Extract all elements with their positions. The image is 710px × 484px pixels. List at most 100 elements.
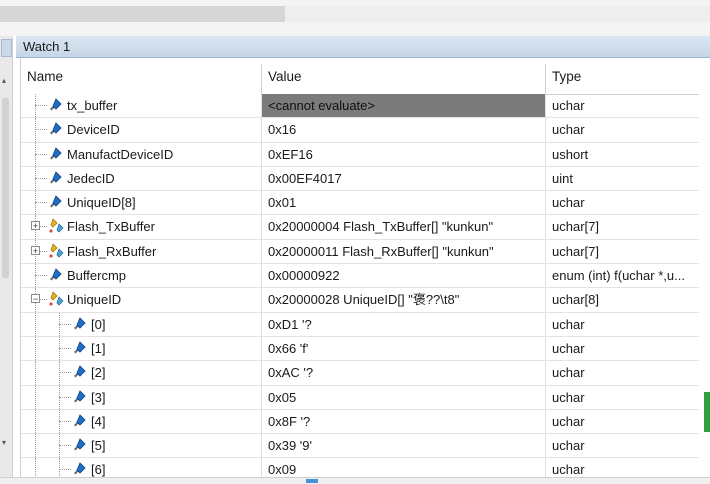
watch-row-value[interactable]: 0x39 '9'	[261, 434, 545, 458]
watch-row-value[interactable]: 0x16	[261, 118, 545, 142]
expand-icon[interactable]: +	[31, 221, 40, 231]
scroll-down-icon[interactable]: ▾	[2, 438, 6, 447]
watch-row-name-cell[interactable]: ManufactDeviceID	[21, 142, 261, 166]
expand-icon[interactable]: +	[31, 245, 40, 255]
watch-row[interactable]: JedecID 0x00EF4017 uint	[21, 166, 699, 192]
watch-row-type: uchar	[545, 118, 699, 142]
watch-row-type: uchar[8]	[545, 288, 699, 312]
watch-row[interactable]: [3] 0x05 uchar	[21, 385, 699, 410]
watch-variable-icon	[71, 437, 87, 453]
watch-row-name: [0]	[91, 316, 106, 332]
toolbar-segment-empty	[285, 6, 710, 22]
watch-row-value[interactable]: 0xAC '?	[261, 361, 545, 385]
watch-row[interactable]: + Flash_TxBuffer 0x20000004 Flash_TxBuffer…	[21, 215, 699, 240]
tree-guide-line	[35, 336, 37, 361]
watch-row-name-cell[interactable]: − UniqueID	[21, 288, 261, 312]
column-header-value[interactable]: Value	[261, 64, 545, 94]
watch-variable-icon	[47, 267, 63, 283]
watch-variable-icon	[47, 121, 63, 137]
watch-row-name-cell[interactable]: JedecID	[21, 166, 261, 191]
tree-guide-branch	[59, 372, 71, 374]
watch-row-name-cell[interactable]: [5]	[21, 434, 261, 458]
tree-guide-line	[35, 312, 37, 336]
watch-variable-icon	[71, 461, 87, 477]
watch-row-type: uchar	[545, 409, 699, 434]
watch-row[interactable]: [0] 0xD1 '? uchar	[21, 312, 699, 337]
watch-row[interactable]: + Flash_RxBuffer 0x20000011 Flash_RxBuffer…	[21, 239, 699, 265]
watch-row-value[interactable]: <cannot evaluate>	[261, 94, 545, 118]
watch-row-name: JedecID	[67, 170, 115, 186]
column-header-name[interactable]: Name	[21, 64, 261, 94]
watch-row-value[interactable]: 0x01	[261, 191, 545, 215]
watch-variable-icon	[47, 146, 63, 162]
watch-variable-icon	[47, 170, 63, 186]
watch-row-name-cell[interactable]: DeviceID	[21, 118, 261, 142]
watch-row-name-cell[interactable]: [1]	[21, 336, 261, 361]
watch-row[interactable]: [1] 0x66 'f' uchar	[21, 336, 699, 362]
watch-row[interactable]: tx_buffer <cannot evaluate> uchar	[21, 94, 699, 119]
watch-row-type: uchar	[545, 361, 699, 385]
watch-row-name: [3]	[91, 389, 106, 405]
watch-window-title: Watch 1	[16, 36, 710, 58]
watch-row-name: UniqueID	[67, 292, 122, 308]
watch-row-name-cell[interactable]: [4]	[21, 409, 261, 434]
watch-variable-icon	[47, 194, 63, 210]
watch-row-name-cell[interactable]: Buffercmp	[21, 264, 261, 288]
tree-guide-branch	[59, 469, 71, 471]
watch-row[interactable]: DeviceID 0x16 uchar	[21, 118, 699, 143]
watch-row-name: [4]	[91, 413, 106, 429]
watch-row-value[interactable]: 0x05	[261, 385, 545, 409]
watch-row-name-cell[interactable]: UniqueID[8]	[21, 191, 261, 215]
watch-row[interactable]: Buffercmp 0x00000922 enum (int) f(uchar *,…	[21, 264, 699, 289]
tree-guide-branch	[59, 420, 71, 423]
watch-variable-icon	[71, 316, 87, 332]
watch-row[interactable]: − UniqueID 0x20000028 UniqueID[] "褒??\t8" u…	[21, 288, 699, 313]
scroll-up-icon[interactable]: ▴	[2, 76, 6, 85]
collapse-icon[interactable]: −	[31, 294, 40, 304]
watch-variable-icon	[71, 413, 87, 429]
watch-row-value[interactable]: 0xEF16	[261, 142, 545, 166]
watch-row[interactable]: ManufactDeviceID 0xEF16 ushort	[21, 142, 699, 167]
tree-guide-line	[35, 434, 37, 458]
watch-row[interactable]: [4] 0x8F '? uchar	[21, 409, 699, 435]
struct-variable-icon	[47, 291, 64, 307]
watch-row[interactable]: [2] 0xAC '? uchar	[21, 361, 699, 386]
watch-row[interactable]: UniqueID[8] 0x01 uchar	[21, 191, 699, 216]
watch-variable-icon	[71, 340, 87, 356]
watch-row-name-cell[interactable]: + Flash_TxBuffer	[21, 215, 261, 239]
left-panel-tab[interactable]	[1, 39, 12, 57]
watch-row-type: uint	[545, 166, 699, 191]
watch-row-value[interactable]: 0x8F '?	[261, 409, 545, 434]
watch-row-value[interactable]: 0x66 'f'	[261, 336, 545, 361]
watch-row-value[interactable]: 0x20000004 Flash_TxBuffer[] "kunkun"	[261, 215, 545, 239]
watch-row-name-cell[interactable]: [3]	[21, 385, 261, 409]
watch-row[interactable]: [5] 0x39 '9' uchar	[21, 434, 699, 459]
bottom-tab-indicator[interactable]	[306, 479, 318, 483]
watch-row-name-cell[interactable]: [2]	[21, 361, 261, 385]
watch-row-name-cell[interactable]: tx_buffer	[21, 94, 261, 118]
watch-row-value[interactable]: 0x00000922	[261, 264, 545, 288]
watch-row-value[interactable]: 0x00EF4017	[261, 166, 545, 191]
watch-row-name-cell[interactable]: + Flash_RxBuffer	[21, 239, 261, 264]
left-side-panel: ▴ ▾	[0, 36, 13, 483]
watch-row-value[interactable]: 0x20000028 UniqueID[] "褒??\t8"	[261, 288, 545, 312]
watch-grid: Name Value Type tx_buffer <cannot evaluat…	[16, 58, 710, 483]
watch-row-type: uchar	[545, 191, 699, 215]
watch-row-name-cell[interactable]: [0]	[21, 312, 261, 336]
tree-guide-branch	[59, 445, 71, 447]
column-header: Name Value Type	[21, 64, 699, 95]
tree-guide-branch	[59, 323, 71, 326]
tree-guide-branch	[35, 105, 47, 107]
watch-row-name: UniqueID[8]	[67, 195, 136, 211]
toolbar-segment	[0, 6, 285, 22]
watch-row-value[interactable]: 0xD1 '?	[261, 312, 545, 336]
watch-row-value[interactable]: 0x20000011 Flash_RxBuffer[] "kunkun"	[261, 239, 545, 264]
left-scrollbar-thumb[interactable]	[2, 98, 9, 278]
watch-row-name: DeviceID	[67, 122, 120, 138]
column-header-type[interactable]: Type	[545, 64, 699, 94]
tree-guide-line	[35, 361, 37, 385]
watch-row-type: uchar	[545, 94, 699, 118]
watch-row-type: uchar[7]	[545, 239, 699, 264]
tree-guide-branch	[59, 347, 71, 350]
watch-row-name: Flash_TxBuffer	[67, 219, 155, 235]
